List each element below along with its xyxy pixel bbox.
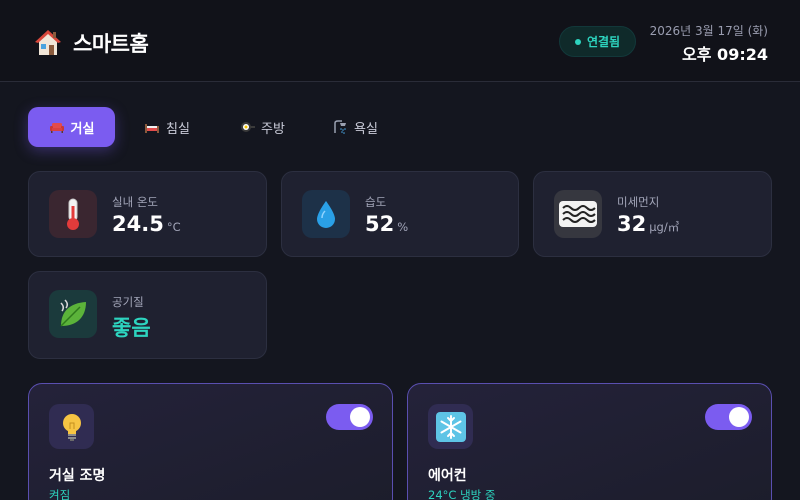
water-drop-icon — [302, 190, 350, 238]
tab-kitchen[interactable]: 주방 — [226, 107, 298, 147]
light-bulb-icon — [49, 404, 94, 449]
thermometer-icon — [49, 190, 97, 238]
connection-label: 연결됨 — [586, 35, 621, 49]
tab-label: 욕실 — [354, 121, 378, 137]
sensor-label: 미세먼지 — [617, 195, 660, 209]
device-status: 켜짐 — [49, 488, 71, 500]
tab-label: 거실 — [70, 121, 95, 137]
current-time: 오후 09:24 — [682, 45, 768, 64]
device-card-air-conditioner[interactable]: 에어컨 24°C 냉방 중 — [407, 383, 772, 500]
tab-label: 침실 — [166, 121, 190, 137]
sensor-value: 52% — [365, 212, 409, 236]
house-icon — [35, 30, 61, 55]
ac-power-toggle[interactable] — [705, 404, 752, 430]
device-card-living-light[interactable]: 거실 조명 켜짐 — [28, 383, 393, 500]
sensor-value: 32 μg/㎥ — [617, 212, 680, 236]
light-power-toggle[interactable] — [326, 404, 373, 430]
device-name: 거실 조명 — [49, 468, 106, 484]
tab-bathroom[interactable]: 욕실 — [320, 107, 390, 147]
app-header: 스마트홈 연결됨 2026년 3월 17일 (화) 오후 09:24 — [0, 0, 800, 82]
current-date: 2026년 3월 17일 (화) — [649, 24, 768, 38]
status-dot-icon — [574, 38, 581, 45]
bed-icon — [145, 124, 160, 133]
sensor-card-temperature: 실내 온도 24.5 °C — [28, 171, 267, 257]
connection-status-badge: 연결됨 — [559, 26, 636, 57]
app-title: 스마트홈 — [73, 32, 149, 56]
sensor-label: 실내 온도 — [112, 195, 158, 209]
device-status: 24°C 냉방 중 — [428, 488, 496, 500]
sofa-icon — [49, 123, 64, 133]
shower-icon — [334, 120, 347, 134]
leaf-icon — [49, 290, 97, 338]
sensor-label: 공기질 — [112, 295, 144, 309]
sensor-card-fine-dust: 미세먼지 32 μg/㎥ — [533, 171, 772, 257]
sensor-card-humidity: 습도 52% — [281, 171, 519, 257]
toggle-knob — [350, 407, 370, 427]
snowflake-icon — [428, 404, 473, 449]
cooking-icon — [241, 122, 256, 132]
tab-bedroom[interactable]: 침실 — [132, 107, 202, 147]
tab-label: 주방 — [261, 121, 285, 137]
sensor-value: 24.5 °C — [112, 212, 181, 236]
tab-living-room[interactable]: 거실 — [28, 107, 115, 147]
sensor-card-air-quality: 공기질 좋음 — [28, 271, 267, 359]
sensor-value: 좋음 — [112, 316, 151, 340]
device-name: 에어컨 — [428, 468, 467, 484]
sensor-label: 습도 — [365, 195, 387, 209]
toggle-knob — [729, 407, 749, 427]
wave-icon — [554, 190, 602, 238]
